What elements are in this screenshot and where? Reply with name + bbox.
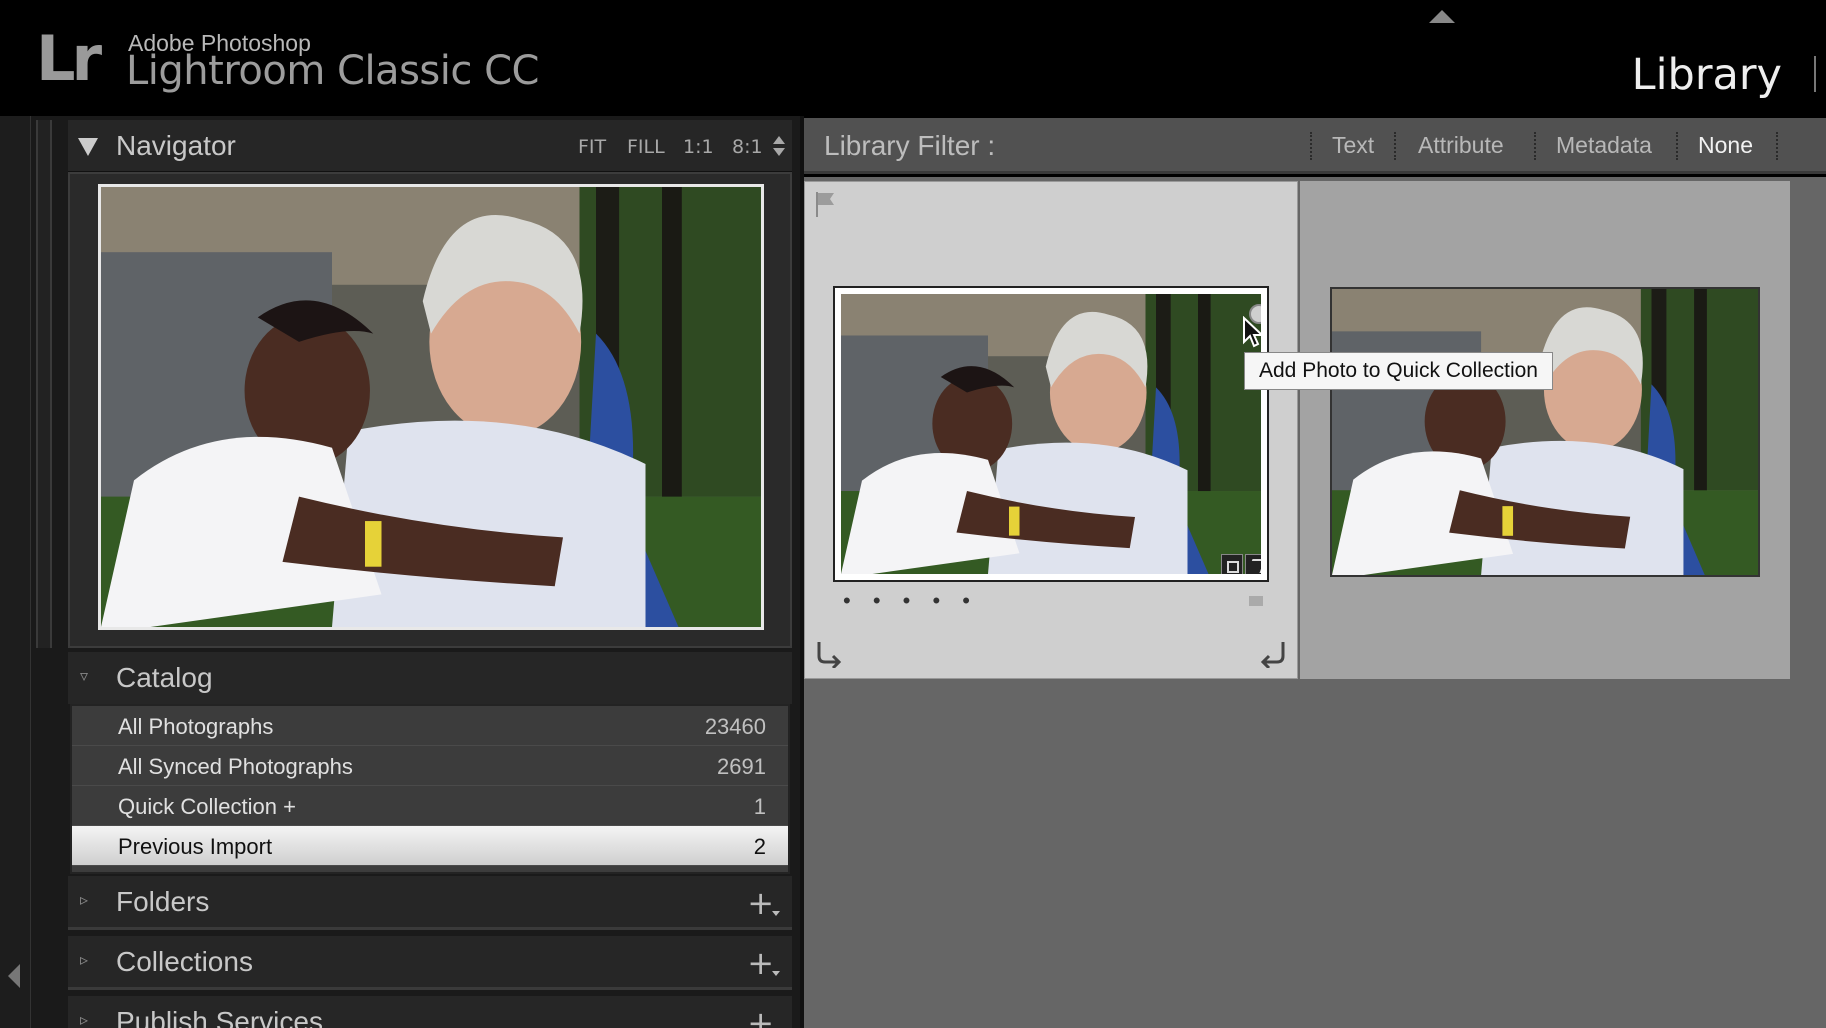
thumbnail-image[interactable] bbox=[1330, 287, 1760, 577]
filter-separator bbox=[1776, 132, 1778, 160]
photo-grandmother-and-child bbox=[101, 187, 761, 627]
add-publish-service-icon[interactable]: + bbox=[747, 1004, 774, 1028]
catalog-list: All Photographs 23460 All Synced Photogr… bbox=[70, 704, 790, 874]
zoom-1-1-button[interactable]: 1:1 bbox=[683, 136, 714, 158]
collapse-top-panel-icon[interactable] bbox=[1429, 10, 1455, 23]
develop-adjustments-badge-icon[interactable] bbox=[1221, 554, 1243, 574]
catalog-item-previous-import[interactable]: Previous Import 2 bbox=[72, 826, 788, 866]
filter-text-tab[interactable]: Text bbox=[1332, 132, 1374, 159]
module-divider bbox=[1814, 56, 1816, 92]
pick-flag-icon[interactable] bbox=[815, 190, 835, 218]
folders-title: Folders bbox=[116, 886, 210, 917]
navigator-body bbox=[68, 172, 792, 648]
folders-header[interactable]: ▹ Folders + bbox=[68, 876, 792, 930]
mouse-pointer-icon bbox=[1243, 316, 1264, 348]
rotate-right-icon[interactable] bbox=[1259, 638, 1289, 668]
collapse-left-panel-icon[interactable] bbox=[8, 964, 20, 988]
library-filter-label: Library Filter : bbox=[824, 130, 996, 161]
module-picker-library[interactable]: Library bbox=[1632, 50, 1782, 100]
disclosure-triangle-icon[interactable]: ▹ bbox=[80, 953, 94, 969]
star-rating[interactable]: • • • • • bbox=[843, 588, 978, 614]
tooltip: Add Photo to Quick Collection bbox=[1244, 352, 1553, 390]
publish-services-title: Publish Services bbox=[116, 1006, 323, 1028]
brand-title: Lightroom Classic CC bbox=[126, 48, 539, 94]
catalog-item-quick-collection[interactable]: Quick Collection + 1 bbox=[72, 786, 788, 826]
catalog-item-count: 2691 bbox=[717, 754, 766, 779]
navigator-header[interactable]: Navigator FIT FILL 1:1 8:1 bbox=[68, 120, 792, 172]
title-bar: Lr Adobe Photoshop Lightroom Classic CC … bbox=[0, 0, 1826, 116]
catalog-item-all-photographs[interactable]: All Photographs 23460 bbox=[72, 706, 788, 746]
thumbnail-frame[interactable] bbox=[833, 286, 1269, 582]
publish-services-header[interactable]: ▹ Publish Services + bbox=[68, 996, 792, 1028]
disclosure-triangle-icon[interactable]: ▹ bbox=[80, 1013, 94, 1028]
zoom-8-1-button[interactable]: 8:1 bbox=[732, 136, 763, 158]
left-panel-scroll-grip[interactable] bbox=[36, 120, 52, 648]
catalog-item-count: 2 bbox=[753, 834, 766, 859]
disclosure-triangle-icon[interactable]: ▿ bbox=[80, 669, 94, 685]
library-filter-bar: Library Filter : Text Attribute Metadata… bbox=[804, 118, 1826, 174]
zoom-stepper-icon[interactable] bbox=[772, 136, 786, 158]
left-panel-edge bbox=[0, 116, 30, 1028]
collections-title: Collections bbox=[116, 946, 253, 977]
zoom-fit-button[interactable]: FIT bbox=[578, 136, 606, 158]
catalog-header[interactable]: ▿ Catalog bbox=[68, 652, 792, 704]
catalog-item-label: All Photographs bbox=[118, 714, 274, 739]
rotate-left-icon[interactable] bbox=[813, 638, 843, 668]
lightroom-logo: Lr bbox=[36, 22, 102, 95]
catalog-item-count: 23460 bbox=[704, 714, 766, 739]
grid-cell-selected[interactable]: • • • • • bbox=[804, 181, 1298, 679]
photo-grandmother-and-child bbox=[1332, 289, 1758, 575]
grid-view: • • • • • bbox=[804, 177, 1826, 1028]
disclosure-triangle-icon[interactable]: ▹ bbox=[80, 893, 94, 909]
photo-grandmother-and-child bbox=[841, 294, 1261, 574]
filter-separator bbox=[1394, 132, 1396, 160]
filter-separator bbox=[1676, 132, 1678, 160]
filter-separator bbox=[1310, 132, 1312, 160]
filter-attribute-tab[interactable]: Attribute bbox=[1418, 132, 1504, 159]
catalog-title: Catalog bbox=[116, 662, 213, 693]
catalog-item-count: 1 bbox=[753, 794, 766, 819]
zoom-fill-button[interactable]: FILL bbox=[627, 136, 665, 158]
filter-separator bbox=[1534, 132, 1536, 160]
catalog-item-label: Quick Collection + bbox=[118, 794, 296, 819]
grid-cell[interactable] bbox=[1300, 181, 1790, 679]
navigator-preview-image[interactable] bbox=[98, 184, 764, 630]
crop-badge-icon[interactable] bbox=[1245, 554, 1261, 574]
thumbnail-image[interactable] bbox=[841, 294, 1261, 574]
add-folder-icon[interactable]: + bbox=[747, 884, 780, 922]
filter-none-tab[interactable]: None bbox=[1698, 132, 1753, 159]
grid-right-edge bbox=[1793, 181, 1826, 679]
filter-metadata-tab[interactable]: Metadata bbox=[1556, 132, 1652, 159]
catalog-item-all-synced-photographs[interactable]: All Synced Photographs 2691 bbox=[72, 746, 788, 786]
navigator-title: Navigator bbox=[116, 130, 236, 161]
disclosure-triangle-icon[interactable] bbox=[78, 138, 98, 156]
collections-header[interactable]: ▹ Collections + bbox=[68, 936, 792, 990]
color-label-icon[interactable] bbox=[1249, 596, 1263, 606]
add-collection-icon[interactable]: + bbox=[747, 944, 780, 982]
catalog-item-label: Previous Import bbox=[118, 834, 273, 859]
catalog-item-label: All Synced Photographs bbox=[118, 754, 353, 779]
